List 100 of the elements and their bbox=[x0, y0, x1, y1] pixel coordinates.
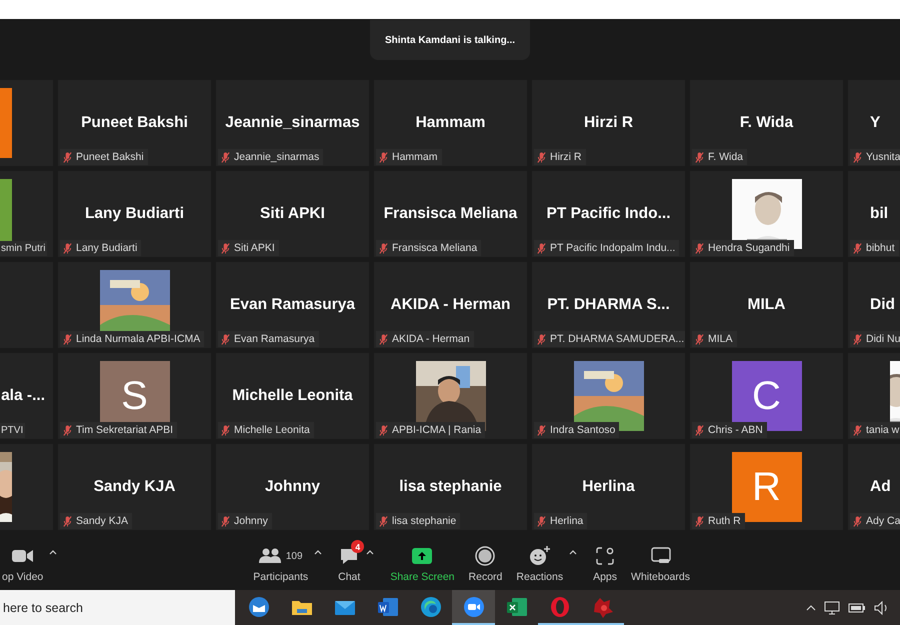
apps-icon bbox=[596, 547, 614, 565]
muted-mic-icon bbox=[221, 516, 230, 526]
taskbar-app-button[interactable] bbox=[452, 590, 495, 625]
share-screen-icon bbox=[412, 548, 432, 564]
name-label-text: PT. DHARMA SAMUDERA... bbox=[550, 333, 684, 345]
muted-mic-icon bbox=[379, 424, 388, 436]
share-button[interactable]: Share Screen bbox=[390, 540, 455, 583]
app-icon bbox=[248, 596, 270, 618]
muted-mic-icon bbox=[853, 424, 862, 436]
participant-name: Sandy KJA bbox=[94, 478, 176, 496]
muted-mic-icon bbox=[537, 424, 546, 436]
name-label-text: MILA bbox=[708, 333, 733, 345]
muted-mic-icon bbox=[853, 242, 862, 254]
name-label-text: Yusnita bbox=[866, 151, 900, 163]
name-label-text: Indra Santoso bbox=[550, 424, 616, 436]
record-icon bbox=[475, 546, 496, 566]
name-label-text: Sandy KJA bbox=[76, 515, 128, 527]
participant-name: F. Wida bbox=[740, 114, 794, 132]
name-label-text: Hirzi R bbox=[550, 151, 582, 163]
name-label-text: lisa stephanie bbox=[392, 515, 456, 527]
whiteboards-button[interactable]: Whiteboards bbox=[631, 540, 690, 583]
muted-mic-icon bbox=[221, 152, 230, 162]
muted-mic-icon bbox=[695, 424, 704, 436]
participant-name: Hirzi R bbox=[584, 114, 634, 132]
muted-mic-icon bbox=[695, 334, 704, 344]
participant-name: Puneet Bakshi bbox=[81, 114, 188, 132]
talking-banner: Shinta Kamdani is talking... bbox=[370, 20, 530, 60]
name-label-text: APBI-ICMA | Rania bbox=[392, 424, 482, 436]
participant-name: Evan Ramasurya bbox=[230, 296, 355, 314]
name-label-text: Hammam bbox=[392, 151, 438, 163]
name-label-text: bibhut bbox=[866, 242, 895, 254]
video-button[interactable]: op Video bbox=[2, 540, 44, 583]
game-icon bbox=[592, 596, 614, 618]
zoom-app-icon bbox=[462, 596, 484, 618]
muted-mic-icon bbox=[695, 516, 704, 526]
participant-name: Jeannie_sinarmas bbox=[225, 114, 360, 132]
participant-name: MILA bbox=[748, 296, 786, 314]
muted-mic-icon bbox=[537, 152, 546, 162]
muted-mic-icon bbox=[379, 152, 388, 162]
muted-mic-icon bbox=[537, 516, 546, 526]
name-label-text: AKIDA - Herman bbox=[392, 333, 470, 345]
name-label-text: Lany Budiarti bbox=[76, 242, 138, 254]
muted-mic-icon bbox=[221, 334, 230, 344]
name-label-text: smin Putri bbox=[1, 243, 46, 254]
participant-name: PT. DHARMA S... bbox=[547, 296, 670, 314]
name-label-text: Ruth R bbox=[708, 515, 741, 527]
participants-button[interactable]: 109 Participants bbox=[253, 540, 308, 583]
word-icon bbox=[376, 596, 398, 616]
name-label-text: Jeannie_sinarmas bbox=[234, 151, 320, 163]
muted-mic-icon bbox=[379, 242, 388, 254]
opera-icon bbox=[548, 596, 570, 618]
name-label-text: Evan Ramasurya bbox=[234, 333, 315, 345]
participant-name: Hammam bbox=[416, 114, 486, 132]
name-label-text: Herlina bbox=[550, 515, 584, 527]
muted-mic-icon bbox=[537, 242, 546, 254]
name-label-text: Didi Nu bbox=[866, 333, 900, 345]
chevron-icon[interactable] bbox=[806, 604, 816, 610]
battery-icon[interactable] bbox=[848, 602, 866, 614]
participant-name: Fransisca Meliana bbox=[384, 204, 518, 222]
participant-name: Did bbox=[870, 296, 895, 314]
muted-mic-icon bbox=[63, 242, 72, 254]
participant-name: Ad bbox=[870, 478, 891, 496]
muted-mic-icon bbox=[537, 334, 546, 344]
name-label-text: Siti APKI bbox=[234, 242, 275, 254]
participant-name: PT Pacific Indo... bbox=[546, 204, 671, 222]
name-label-text: F. Wida bbox=[708, 151, 744, 163]
name-label-text: Puneet Bakshi bbox=[76, 151, 144, 163]
network-icon[interactable] bbox=[824, 600, 840, 614]
unread-badge: 4 bbox=[351, 540, 364, 553]
participant-name: Y bbox=[870, 114, 880, 132]
muted-mic-icon bbox=[853, 152, 862, 162]
participant-name: Michelle Leonita bbox=[232, 386, 353, 404]
muted-mic-icon bbox=[379, 516, 388, 526]
name-label-text: PT Pacific Indopalm Indu... bbox=[550, 242, 676, 254]
participant-name: bil bbox=[870, 204, 888, 222]
excel-icon bbox=[506, 596, 528, 616]
apps-button[interactable]: Apps bbox=[593, 540, 618, 583]
muted-mic-icon bbox=[379, 334, 388, 344]
participant-name: AKIDA - Herman bbox=[390, 296, 510, 314]
name-label-text: PTVI bbox=[1, 425, 24, 436]
name-label-text: Ady Ca bbox=[866, 515, 900, 527]
camera-icon bbox=[12, 549, 34, 563]
name-label-text: Linda Nurmala APBI-ICMA bbox=[76, 333, 200, 345]
smiley-icon bbox=[528, 546, 551, 566]
search-field[interactable]: here to search bbox=[0, 590, 235, 625]
reactions-button[interactable]: Reactions bbox=[516, 540, 564, 583]
participant-name: Siti APKI bbox=[260, 204, 325, 222]
muted-mic-icon bbox=[63, 152, 72, 162]
participant-name: Johnny bbox=[264, 478, 320, 496]
participant-name: lisa stephanie bbox=[399, 478, 502, 496]
name-label-text: Johnny bbox=[234, 515, 268, 527]
whiteboard-icon bbox=[650, 547, 670, 565]
participant-name: Lany Budiarti bbox=[84, 204, 184, 222]
muted-mic-icon bbox=[695, 242, 704, 254]
edge-icon bbox=[420, 596, 442, 618]
muted-mic-icon bbox=[221, 242, 230, 254]
muted-mic-icon bbox=[221, 424, 230, 436]
record-button[interactable]: Record bbox=[468, 540, 502, 583]
name-label-text: tania w bbox=[866, 424, 900, 436]
name-label-text: Tim Sekretariat APBI bbox=[76, 424, 174, 436]
